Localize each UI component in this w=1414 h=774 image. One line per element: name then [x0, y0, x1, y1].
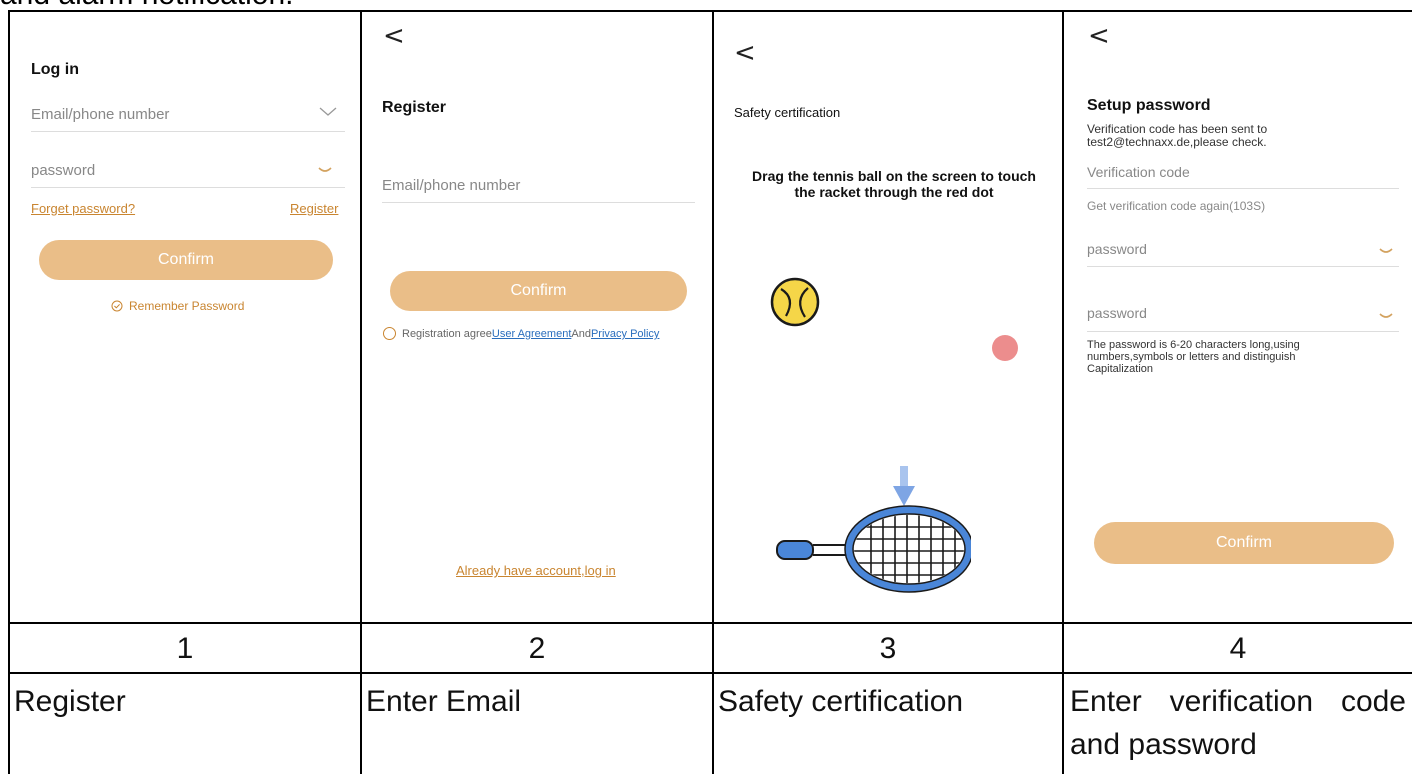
agree-radio[interactable]	[383, 327, 396, 340]
verification-code-field[interactable]: Verification code	[1087, 164, 1190, 180]
confirm-button[interactable]: Confirm	[1094, 522, 1394, 564]
and-text: And	[571, 328, 591, 340]
page-title: Register	[382, 99, 447, 116]
register-link[interactable]: Register	[290, 201, 338, 216]
page-title: Setup password	[1087, 97, 1211, 114]
register-screen: < Register Email/phone number Confirm Re…	[362, 12, 712, 622]
remember-password[interactable]: Remember Password	[111, 299, 244, 315]
step-number: 3	[879, 632, 897, 665]
setup-password-screen: < Setup password Verification code has b…	[1064, 12, 1412, 622]
email-field[interactable]: Email/phone number	[31, 106, 169, 123]
back-icon[interactable]: <	[383, 21, 405, 51]
password-field[interactable]: password	[1087, 241, 1147, 257]
forget-password-link[interactable]: Forget password?	[31, 201, 135, 216]
divider	[1087, 188, 1399, 189]
divider	[31, 131, 345, 132]
step-number: 4	[1229, 632, 1247, 665]
check-circle-icon	[111, 300, 123, 315]
table-border	[8, 622, 1412, 624]
agreement-row: Registration agreeUser AgreementAndPriva…	[383, 327, 659, 340]
divider	[31, 187, 345, 188]
step-caption: Enter Email	[366, 685, 522, 718]
divider	[1087, 266, 1399, 267]
confirm-button[interactable]: Confirm	[39, 240, 333, 280]
resend-code-link[interactable]: Get verification code again(103S)	[1087, 199, 1265, 213]
email-field[interactable]: Email/phone number	[382, 177, 520, 194]
already-have-account-link[interactable]: Already have account,log in	[456, 563, 616, 578]
login-screen: Log in Email/phone number password Forge…	[10, 12, 360, 622]
table-border-top	[8, 10, 1412, 12]
page-title: Log in	[31, 61, 79, 78]
step-number: 2	[528, 632, 546, 665]
safety-screen: < Safety certification Drag the tennis b…	[714, 12, 1062, 622]
instruction-text: Drag the tennis ball on the screen to to…	[752, 168, 1036, 200]
step-caption: Enter verification code and password	[1070, 685, 1406, 761]
confirm-button[interactable]: Confirm	[390, 271, 687, 311]
step-number: 1	[176, 632, 194, 665]
divider	[1087, 331, 1399, 332]
back-icon[interactable]: <	[734, 38, 756, 68]
figure-table: Log in Email/phone number password Forge…	[8, 10, 1412, 774]
step-caption: Safety certification	[718, 685, 964, 718]
table-border	[8, 672, 1412, 674]
racket-icon	[771, 503, 974, 600]
confirm-password-field[interactable]: password	[1087, 305, 1147, 321]
sent-notice-line2: test2@technaxx.de,please check.	[1087, 135, 1267, 149]
divider	[382, 202, 695, 203]
user-agreement-link[interactable]: User Agreement	[492, 328, 571, 340]
back-icon[interactable]: <	[1088, 21, 1110, 51]
step-caption: Register	[14, 685, 126, 718]
eye-closed-icon[interactable]	[317, 162, 333, 180]
password-rule: The password is 6-20 characters long,usi…	[1087, 339, 1300, 375]
eye-closed-icon[interactable]	[1378, 243, 1394, 261]
red-dot	[992, 335, 1018, 361]
remember-label: Remember Password	[129, 299, 245, 313]
eye-closed-icon[interactable]	[1378, 308, 1394, 326]
password-field[interactable]: password	[31, 162, 95, 179]
agree-prefix: Registration agree	[402, 328, 492, 340]
chevron-down-icon[interactable]	[317, 104, 339, 123]
privacy-policy-link[interactable]: Privacy Policy	[591, 328, 659, 340]
tennis-ball[interactable]	[769, 276, 821, 333]
page-title: Safety certification	[734, 105, 841, 120]
